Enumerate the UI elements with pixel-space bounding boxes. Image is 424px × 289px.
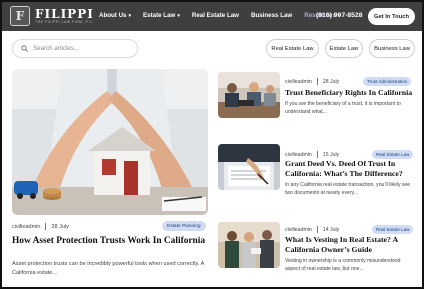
nav-item-real-estate-law[interactable]: Real Estate Law [192,12,239,19]
article-excerpt: Vesting in ownership is a commonly misun… [285,258,401,272]
search-input[interactable] [33,45,133,52]
signing-document-photo [218,144,280,190]
search-icon [21,45,28,52]
chevron-down-icon: ▾ [177,12,180,19]
featured-article-meta: civilleadmin 28 July [12,223,69,230]
get-in-touch-button[interactable]: Get In Touch [368,8,415,25]
category-filters: Real Estate Law Estate Law Business Law [266,39,421,58]
page: F FILIPPI THE FILIPPI LAW FIRM, P.C. Abo… [0,0,424,289]
article-title[interactable]: What Is Vesting In Real Estate? A Califo… [285,235,418,255]
article-excerpt: If you are the beneficiary of a trust, i… [285,101,401,115]
search-box[interactable] [12,39,138,58]
article-image[interactable] [218,144,280,190]
meeting-photo [218,72,280,118]
filter-real-estate-law[interactable]: Real Estate Law [266,39,319,58]
category-badge[interactable]: Real Estate Law [372,225,414,234]
couple-with-agent-photo [218,222,280,268]
author-name: civilleadmin [285,78,312,85]
category-badge[interactable]: Real Estate Law [372,150,414,159]
featured-article-image[interactable] [12,69,208,215]
author-name: civilleadmin [12,223,41,230]
nav-item-estate-law[interactable]: Estate Law ▾ [143,12,180,19]
site-logo[interactable]: F FILIPPI THE FILIPPI LAW FIRM, P.C. [10,6,94,26]
article-meta: civilleadmin 14 July [285,226,339,233]
category-badge[interactable]: Estate Planning [162,221,206,231]
hands-over-house-photo [12,69,208,215]
chevron-down-icon: ▾ [128,12,132,19]
phone-link[interactable]: (916) 907-8528 [316,12,362,19]
author-name: civilleadmin [285,151,312,158]
article-meta: civilleadmin 15 July [285,151,339,158]
article-title[interactable]: Trust Beneficiary Rights In California [285,88,418,98]
nav-item-business-law[interactable]: Business Law [251,12,292,19]
logo-shield-icon: F [10,6,30,26]
article-image[interactable] [218,72,280,118]
featured-article-excerpt: Asset protection trusts can be incredibl… [12,261,205,276]
filter-business-law[interactable]: Business Law [369,39,415,58]
article-image[interactable] [218,222,280,268]
article-title[interactable]: Grant Deed Vs. Deed Of Trust In Californ… [285,159,418,179]
logo-name: FILIPPI [35,6,94,21]
post-date: 15 July [322,151,340,158]
category-badge[interactable]: Trust Administration [363,77,412,86]
post-date: 28 July [51,223,69,230]
filter-estate-law[interactable]: Estate Law [325,39,363,58]
logo-subtitle: THE FILIPPI LAW FIRM, P.C. [35,19,94,24]
nav-item-about-us[interactable]: About Us ▾ [99,12,131,19]
article-excerpt: In any California real estate transactio… [285,182,411,196]
featured-article-title[interactable]: How Asset Protection Trusts Work In Cali… [12,236,212,246]
main-nav: About Us ▾ Estate Law ▾ Real Estate Law Bu… [99,12,352,19]
site-header: F FILIPPI THE FILIPPI LAW FIRM, P.C. Abo… [2,2,422,31]
post-date: 14 July [322,226,340,233]
article-meta: civilleadmin 28 July [285,78,339,85]
post-date: 28 July [322,78,340,85]
author-name: civilleadmin [285,226,312,233]
